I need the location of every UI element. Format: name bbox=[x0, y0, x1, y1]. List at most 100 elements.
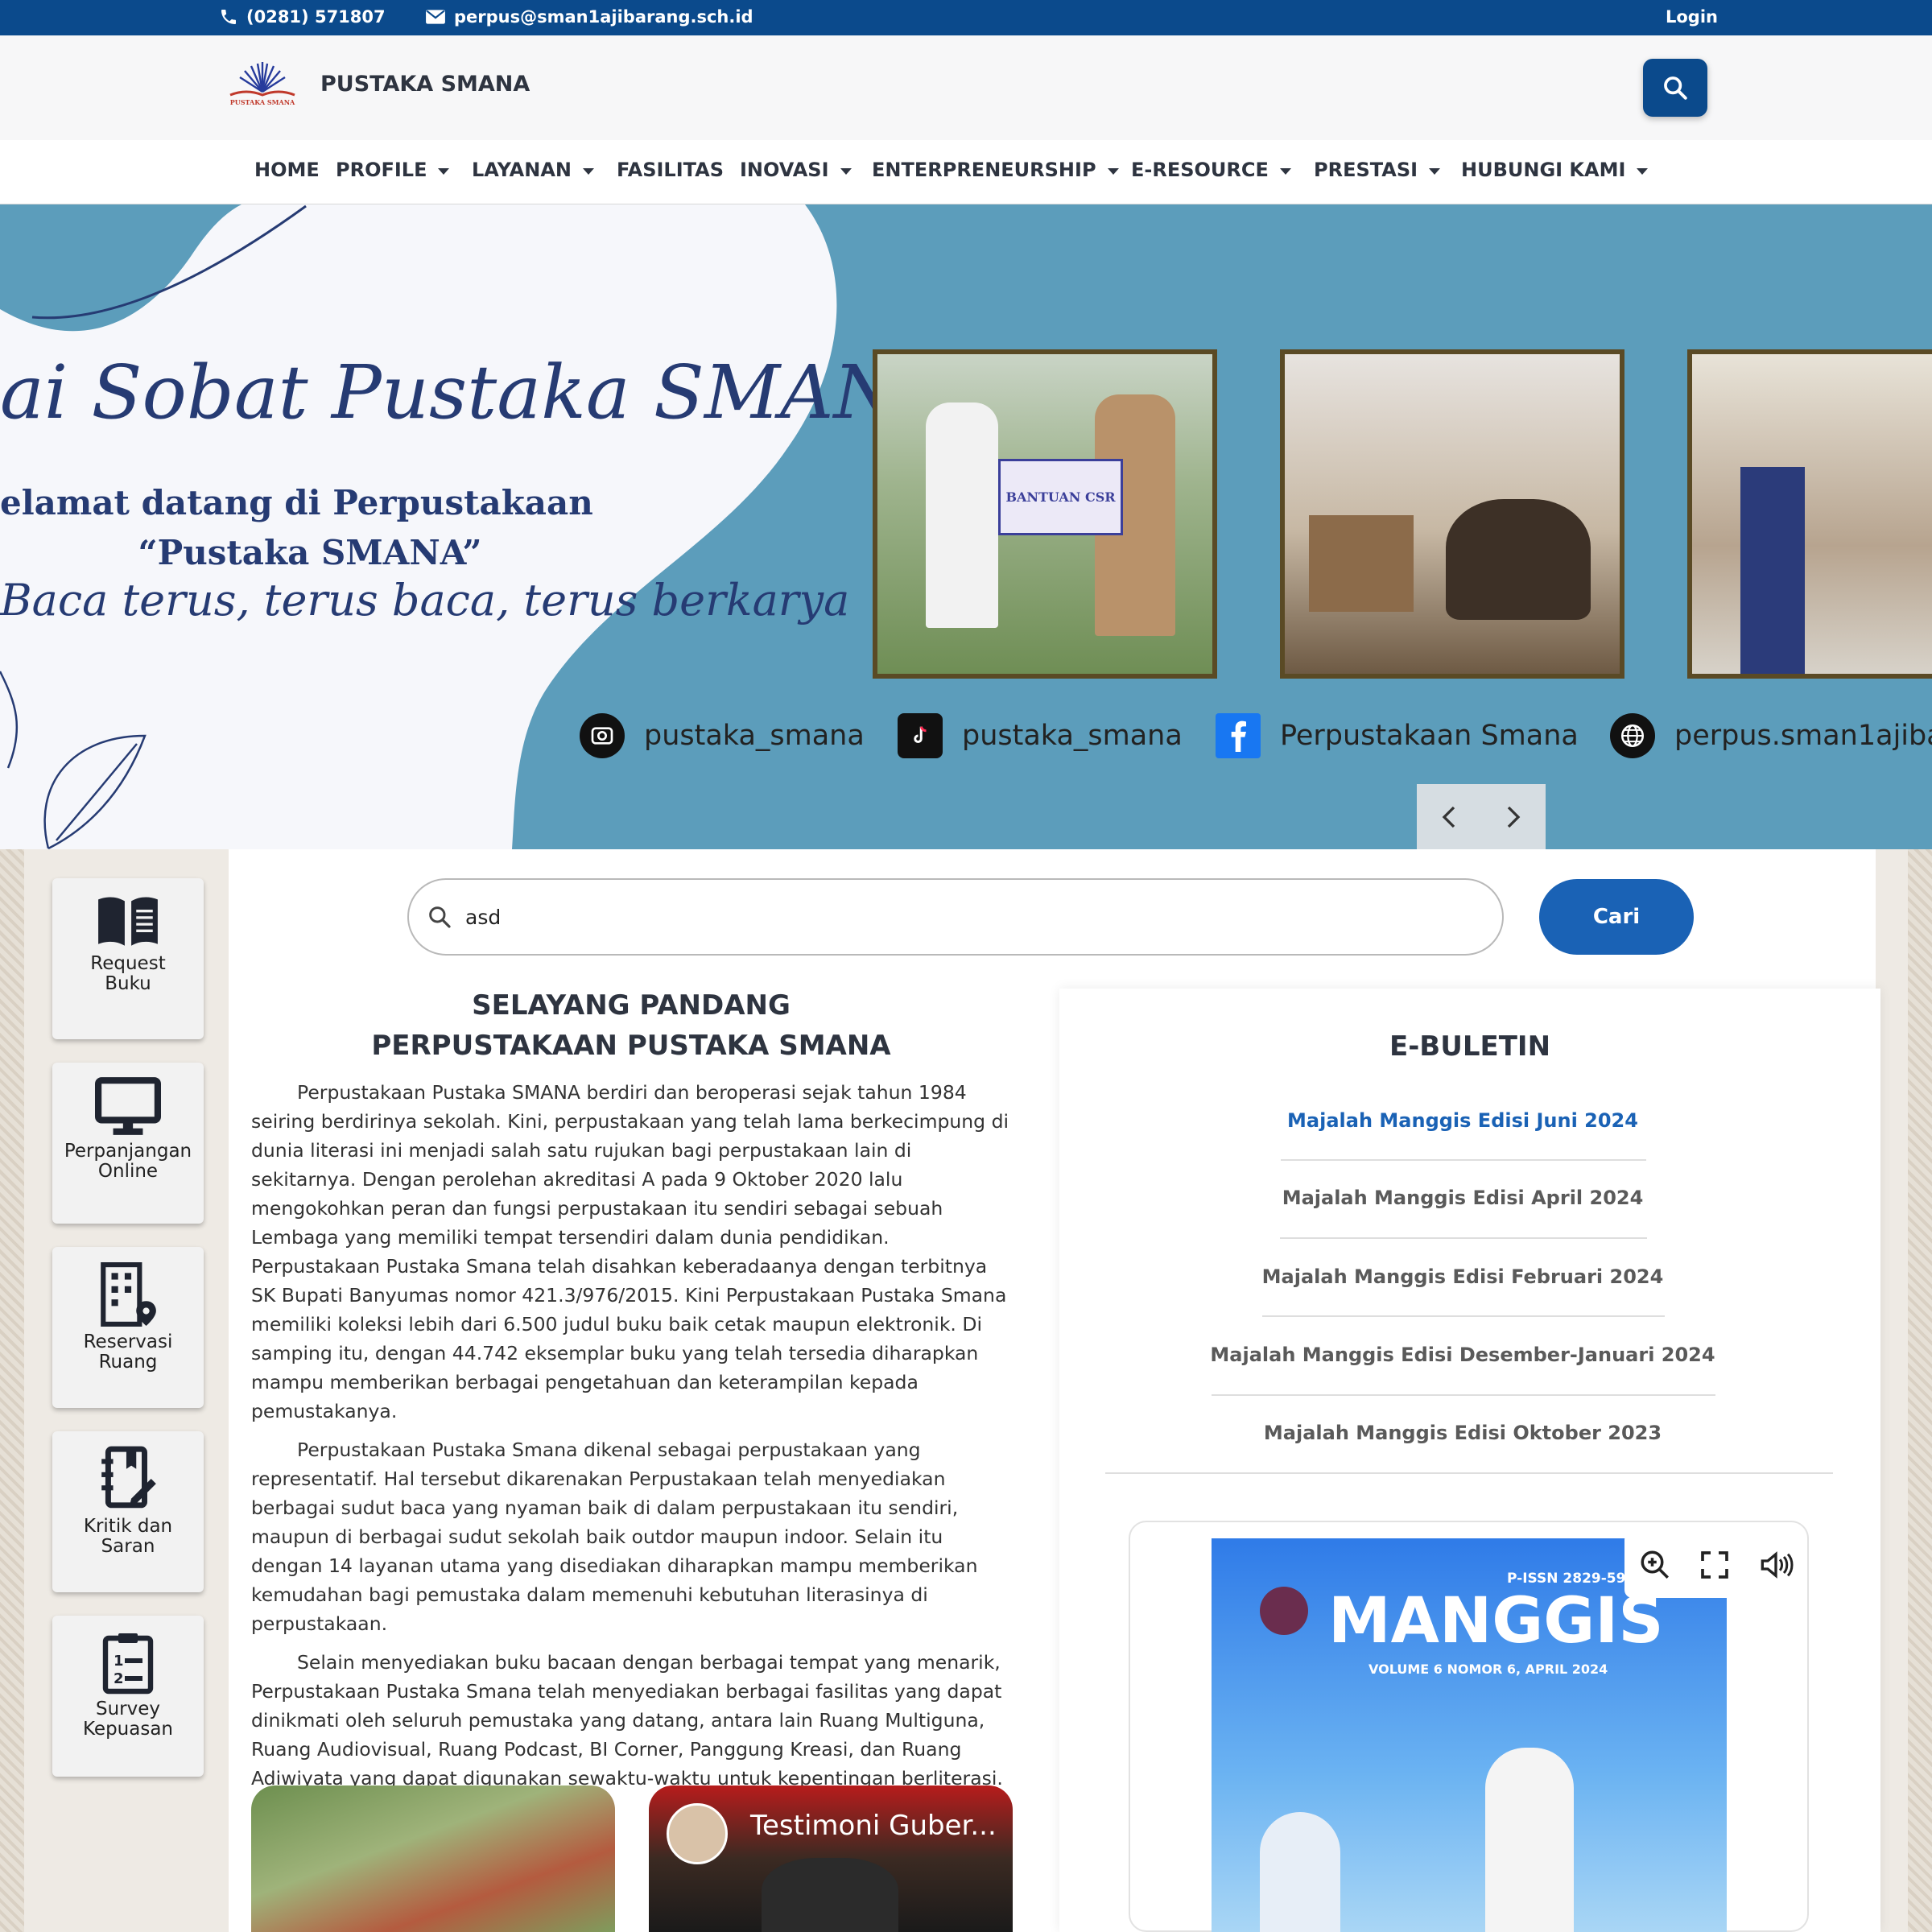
hero-welcome-line1: elamat datang di Perpustakaan bbox=[0, 483, 593, 522]
nav-item-inovasi[interactable]: INOVASI bbox=[740, 159, 852, 181]
nav-label: FASILITAS bbox=[617, 159, 724, 181]
top-bar: (0281) 571807 perpus@sman1ajibarang.sch.… bbox=[0, 0, 1932, 35]
ebuletin-title: E-BULETIN bbox=[1389, 1030, 1551, 1063]
ebuletin-link-desember-januari-2024[interactable]: Majalah Manggis Edisi Desember-Januari 2… bbox=[1106, 1344, 1819, 1366]
cover-issn: P-ISSN 2829-59 bbox=[1507, 1571, 1626, 1587]
about-article: Perpustakaan Pustaka SMANA berdiri dan b… bbox=[251, 1078, 1013, 1802]
nav-item-prestasi[interactable]: PRESTASI bbox=[1314, 159, 1441, 181]
phone-contact[interactable]: (0281) 571807 bbox=[219, 7, 386, 27]
social-instagram[interactable]: pustaka_smana bbox=[580, 713, 865, 758]
hero-photo-group bbox=[1687, 349, 1932, 679]
nav-item-layanan[interactable]: LAYANAN bbox=[472, 159, 594, 181]
video-thumbnail[interactable]: Testimoni Guber... bbox=[649, 1785, 1013, 1932]
social-label: pustaka_smana bbox=[644, 720, 865, 752]
sidebar-item-survey-kepuasan[interactable]: 12 Survey Kepuasan bbox=[52, 1616, 204, 1777]
sidebar-item-reservasi-ruang[interactable]: Reservasi Ruang bbox=[52, 1247, 204, 1408]
nav-item-e-resource[interactable]: E-RESOURCE bbox=[1131, 159, 1291, 181]
about-title-line1: SELAYANG PANDANG bbox=[472, 989, 791, 1022]
nav-item-hubungi-kami[interactable]: HUBUNGI KAMI bbox=[1461, 159, 1649, 181]
ebuletin-link-oktober-2023[interactable]: Majalah Manggis Edisi Oktober 2023 bbox=[1106, 1422, 1819, 1444]
phone-number: (0281) 571807 bbox=[246, 7, 386, 27]
svg-text:1: 1 bbox=[114, 1653, 124, 1670]
caret-down-icon bbox=[438, 167, 450, 175]
sidebar-item-kritik-saran[interactable]: Kritik dan Saran bbox=[52, 1431, 204, 1592]
video-figure bbox=[762, 1858, 898, 1932]
caret-down-icon bbox=[840, 167, 852, 175]
hero-welcome: elamat datang di Perpustakaan “Pustaka S… bbox=[0, 478, 620, 578]
chevron-left-icon bbox=[1442, 806, 1455, 828]
clipboard-list-icon: 12 bbox=[102, 1633, 154, 1695]
aerial-photo-thumbnail[interactable] bbox=[251, 1785, 615, 1932]
cover-figure bbox=[1260, 1812, 1340, 1932]
hero-photo-csr: BANTUAN CSR bbox=[873, 349, 1217, 679]
photo-tree bbox=[1446, 499, 1591, 620]
caret-down-icon bbox=[1279, 167, 1291, 175]
divider bbox=[1262, 1315, 1665, 1317]
sidebar-item-perpanjangan-online[interactable]: Perpanjangan Online bbox=[52, 1063, 204, 1224]
fullscreen-icon[interactable] bbox=[1699, 1549, 1731, 1581]
slider-prev-button[interactable] bbox=[1417, 784, 1481, 849]
caret-down-icon bbox=[582, 167, 594, 175]
social-facebook[interactable]: Perpustakaan Smana bbox=[1216, 713, 1579, 758]
email-address: perpus@sman1ajibarang.sch.id bbox=[454, 7, 753, 27]
login-link[interactable]: Login bbox=[1666, 7, 1718, 27]
channel-avatar bbox=[667, 1803, 728, 1864]
ebuletin-link-februari-2024[interactable]: Majalah Manggis Edisi Februari 2024 bbox=[1106, 1265, 1819, 1288]
nav-item-enterpreneurship[interactable]: ENTERPRENEURSHIP bbox=[872, 159, 1119, 181]
header-search-button[interactable] bbox=[1643, 59, 1707, 117]
zoom-in-icon[interactable] bbox=[1638, 1548, 1672, 1582]
ebuletin-link-juni-2024[interactable]: Majalah Manggis Edisi Juni 2024 bbox=[1106, 1109, 1819, 1132]
social-label: perpus.sman1ajibar bbox=[1674, 720, 1932, 752]
nav-label: PRESTASI bbox=[1314, 159, 1418, 181]
search-icon bbox=[429, 906, 451, 928]
about-paragraph: Perpustakaan Pustaka SMANA berdiri dan b… bbox=[251, 1081, 1009, 1422]
video-title: Testimoni Guber... bbox=[750, 1810, 997, 1842]
cover-figure bbox=[1485, 1748, 1574, 1932]
social-website[interactable]: perpus.sman1ajibar bbox=[1610, 713, 1932, 758]
hero-script-title: ai Sobat Pustaka SMANA bbox=[0, 349, 952, 436]
nav-label: E-RESOURCE bbox=[1131, 159, 1269, 181]
photo-books bbox=[1309, 515, 1414, 612]
slider-next-button[interactable] bbox=[1481, 784, 1546, 849]
nav-label: INOVASI bbox=[740, 159, 829, 181]
divider bbox=[1212, 1394, 1715, 1396]
nav-item-profile[interactable]: PROFILE bbox=[336, 159, 450, 181]
cover-mascot bbox=[1260, 1587, 1308, 1635]
search-button-label: Cari bbox=[1592, 905, 1641, 929]
monitor-icon bbox=[95, 1077, 161, 1135]
about-paragraph: Perpustakaan Pustaka Smana dikenal sebag… bbox=[251, 1439, 978, 1635]
sidebar-item-request-buku[interactable]: Request Buku bbox=[52, 878, 204, 1039]
logo-icon: PUSTAKA SMANA bbox=[229, 62, 295, 106]
about-title: SELAYANG PANDANG PERPUSTAKAAN PUSTAKA SM… bbox=[251, 985, 1011, 1066]
notebook-edit-icon bbox=[101, 1446, 156, 1509]
nav-label: ENTERPRENEURSHIP bbox=[872, 159, 1096, 181]
hero-photo-display bbox=[1280, 349, 1624, 679]
nav-item-home[interactable]: HOME bbox=[254, 159, 320, 181]
hero-welcome-line2: “Pustaka SMANA” bbox=[138, 533, 482, 572]
brand-name: PUSTAKA SMANA bbox=[320, 71, 530, 97]
sidebar-item-label: Survey Kepuasan bbox=[82, 1699, 173, 1740]
nav-item-fasilitas[interactable]: FASILITAS bbox=[617, 159, 724, 181]
search-submit-button[interactable]: Cari bbox=[1539, 879, 1694, 955]
brand[interactable]: PUSTAKA SMANA PUSTAKA SMANA bbox=[222, 60, 530, 108]
batik-pattern-left bbox=[0, 849, 24, 1932]
viewer-toolbar bbox=[1624, 1532, 1807, 1598]
volume-icon[interactable] bbox=[1758, 1549, 1794, 1581]
about-title-line2: PERPUSTAKAAN PUSTAKA SMANA bbox=[371, 1030, 891, 1062]
instagram-icon bbox=[580, 713, 625, 758]
search-input[interactable] bbox=[465, 905, 1431, 929]
social-tiktok[interactable]: pustaka_smana bbox=[898, 713, 1183, 758]
phone-icon bbox=[221, 10, 236, 24]
sidebar-item-label: Reservasi Ruang bbox=[83, 1331, 173, 1373]
mail-icon bbox=[426, 10, 445, 24]
nav-label: HUBUNGI KAMI bbox=[1461, 159, 1626, 181]
batik-pattern-right bbox=[1908, 849, 1932, 1932]
search-icon bbox=[1664, 76, 1687, 100]
photo-bag bbox=[1740, 467, 1805, 674]
photo-person bbox=[926, 402, 998, 628]
sidebar-item-label: Request Buku bbox=[90, 953, 166, 994]
tiktok-icon bbox=[898, 713, 943, 758]
ebuletin-link-april-2024[interactable]: Majalah Manggis Edisi April 2024 bbox=[1106, 1187, 1819, 1209]
divider bbox=[1281, 1159, 1646, 1161]
email-contact[interactable]: perpus@sman1ajibarang.sch.id bbox=[425, 7, 753, 27]
